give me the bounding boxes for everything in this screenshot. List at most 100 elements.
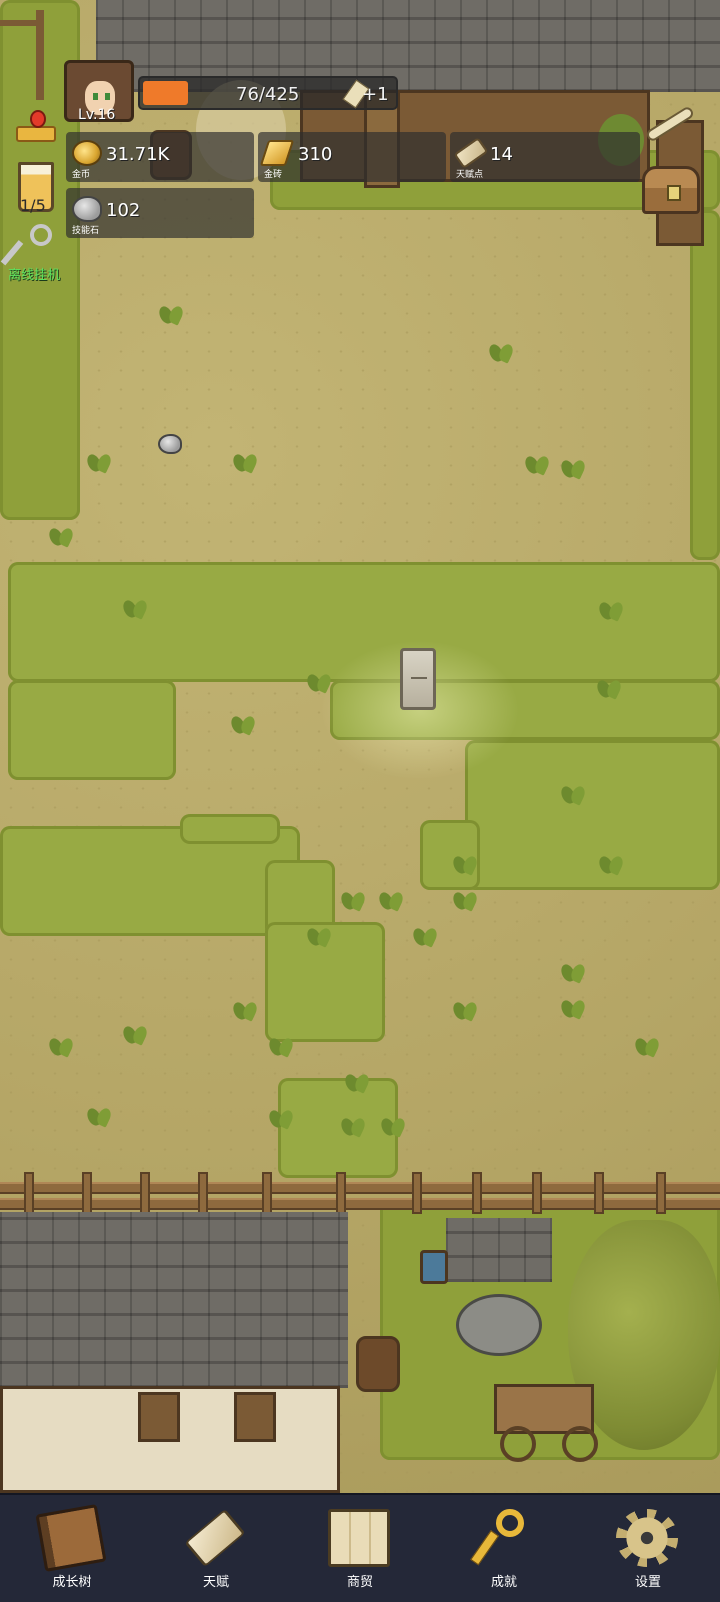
- crop-plant: [122, 596, 148, 618]
- crop-plant: [378, 888, 404, 910]
- idle-key-button[interactable]: [0, 224, 62, 268]
- xp-text: 76/425: [236, 84, 300, 105]
- talent-label: 天赋点: [456, 170, 484, 180]
- player-level: Lv.16: [78, 107, 116, 123]
- talent-scroll-icon: [453, 137, 489, 169]
- nav-achievements[interactable]: 成就: [432, 1495, 576, 1602]
- crop-plant: [344, 1070, 370, 1092]
- crop-plant: [232, 998, 258, 1020]
- crop-plant: [340, 888, 366, 910]
- crop-plant: [230, 712, 256, 734]
- crop-plant: [598, 852, 624, 874]
- crop-plant: [48, 524, 74, 546]
- crop-plant: [452, 998, 478, 1020]
- fence-post: [24, 1172, 34, 1214]
- crop-plant: [560, 960, 586, 982]
- rock: [158, 434, 182, 454]
- book-icon: [35, 1504, 107, 1572]
- map-icon: [328, 1509, 390, 1567]
- crop-plant: [412, 924, 438, 946]
- gear-icon: [616, 1509, 678, 1567]
- crop-plant: [452, 888, 478, 910]
- xp-bar-fill: [143, 81, 188, 105]
- crop-plant: [268, 1034, 294, 1056]
- fence-post: [336, 1172, 346, 1214]
- crown-button[interactable]: [14, 104, 58, 144]
- fence-post: [472, 1172, 482, 1214]
- bottom-nav: 成长树 天赋 商贸 成就 设置: [0, 1493, 720, 1602]
- treasure-chest-button[interactable]: [642, 166, 700, 214]
- crop-plant: [596, 676, 622, 698]
- grass-patch: [180, 814, 280, 844]
- crop-plant: [158, 302, 184, 324]
- cart-wheel: [562, 1426, 598, 1462]
- fence-rail: [0, 1182, 720, 1194]
- stone-marker[interactable]: [400, 648, 436, 710]
- nav-label: 天赋: [202, 1575, 229, 1590]
- crop-plant: [268, 1106, 294, 1128]
- crop-plant: [340, 1114, 366, 1136]
- gold-coin-icon: [72, 140, 102, 166]
- key-icon: [470, 1509, 534, 1567]
- bone-button[interactable]: [640, 104, 696, 144]
- crop-plant: [598, 598, 624, 620]
- nav-growth-tree[interactable]: 成长树: [0, 1495, 144, 1602]
- skill-stone-value: 102: [106, 200, 141, 221]
- well-roof: [446, 1218, 552, 1282]
- nav-label: 设置: [634, 1575, 661, 1590]
- fence-post: [82, 1172, 92, 1214]
- water-well: [456, 1294, 542, 1356]
- crop-plant: [560, 996, 586, 1018]
- fence-rail: [0, 1198, 720, 1210]
- crop-plant: [86, 1104, 112, 1126]
- crop-plant: [232, 450, 258, 472]
- crop-plant: [452, 852, 478, 874]
- crown-icon: [30, 110, 46, 128]
- gold-bar-value: 310: [298, 144, 333, 165]
- house-window: [234, 1392, 276, 1442]
- crop-plant: [488, 340, 514, 362]
- talent-resource[interactable]: 14 天赋点: [450, 132, 640, 182]
- fence-post: [412, 1172, 422, 1214]
- chest-icon: [667, 185, 681, 201]
- bone-icon: [644, 105, 696, 143]
- nav-label: 成长树: [52, 1575, 92, 1590]
- skill-stone-label: 技能石: [72, 226, 100, 236]
- barrel: [356, 1336, 400, 1392]
- crop-plant: [560, 456, 586, 478]
- nav-settings[interactable]: 设置: [576, 1495, 720, 1602]
- grass-patch: [690, 210, 720, 560]
- crop-plant: [524, 452, 550, 474]
- gold-value: 31.71K: [106, 144, 170, 165]
- skill-stone-icon: [72, 196, 102, 222]
- fence-post: [198, 1172, 208, 1214]
- crop-plant: [86, 450, 112, 472]
- crop-plant: [48, 1034, 74, 1056]
- crop-plant: [560, 782, 586, 804]
- nav-talent[interactable]: 天赋: [144, 1495, 288, 1602]
- fence-post: [262, 1172, 272, 1214]
- xp-bonus: +1: [362, 84, 389, 105]
- gold-bar-label: 金砖: [264, 170, 283, 180]
- nav-label: 商贸: [346, 1575, 373, 1590]
- talent-value: 14: [490, 144, 513, 165]
- cart-wheel: [500, 1426, 536, 1462]
- grass-patch: [8, 680, 176, 780]
- skill-stone-resource[interactable]: 102 技能石: [66, 188, 254, 238]
- gold-bar-resource[interactable]: 310 金砖: [258, 132, 446, 182]
- house-roof: [0, 1212, 348, 1388]
- nav-trade[interactable]: 商贸: [288, 1495, 432, 1602]
- crop-plant: [122, 1022, 148, 1044]
- fence-post: [140, 1172, 150, 1214]
- offline-idle-label[interactable]: 离线挂机: [8, 264, 60, 283]
- gold-bar-icon: [259, 140, 295, 166]
- crop-plant: [380, 1114, 406, 1136]
- fence-post: [532, 1172, 542, 1214]
- cup-counter: 1/5: [20, 196, 46, 215]
- crop-plant: [306, 924, 332, 946]
- scroll-icon: [184, 1508, 246, 1568]
- gold-label: 金币: [72, 170, 91, 180]
- gold-resource[interactable]: 31.71K 金币: [66, 132, 254, 182]
- fence-post: [656, 1172, 666, 1214]
- crop-plant: [634, 1034, 660, 1056]
